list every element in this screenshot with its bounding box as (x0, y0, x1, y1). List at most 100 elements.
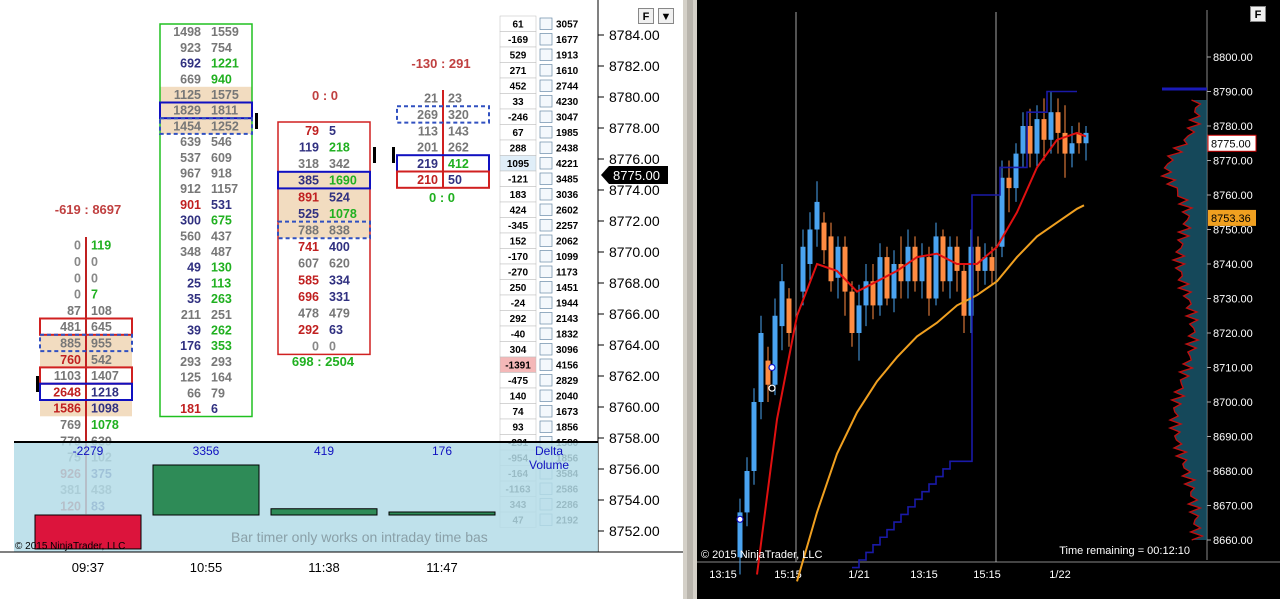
y-tick-label: 8750.00 (1213, 225, 1253, 237)
panel-splitter[interactable] (683, 0, 697, 599)
footprint-ask: 1221 (211, 57, 239, 71)
footprint-bid: 292 (298, 323, 319, 337)
price-tag-label: 8775.00 (1211, 138, 1251, 150)
ladder-volume: 3036 (556, 190, 579, 201)
chart-f-button-2[interactable]: F (1250, 6, 1266, 22)
price-tick-label: 8770.00 (609, 244, 660, 260)
y-tick-label: 8690.00 (1213, 432, 1253, 444)
footprint-bid: 210 (417, 173, 438, 187)
y-tick-label: 8740.00 (1213, 259, 1253, 271)
footprint-ask: 334 (329, 273, 350, 287)
time-remaining: Time remaining = 00:12:10 (1059, 545, 1190, 557)
ladder-volume: 2040 (556, 392, 579, 403)
footprint-bid: 269 (417, 108, 438, 122)
chart-f-button[interactable]: F (638, 8, 654, 24)
ladder-volume-bar (539, 33, 553, 46)
volume-bar (270, 508, 378, 516)
volume-bar (388, 511, 496, 516)
ladder-volume: 1173 (556, 268, 578, 279)
footprint-ask: 0 (91, 271, 98, 285)
ladder-volume: 1099 (556, 252, 579, 263)
ladder-volume: 2602 (556, 206, 579, 217)
time-label: 11:47 (426, 560, 458, 575)
candle-body (912, 246, 918, 282)
y-tick-label: 8770.00 (1213, 156, 1253, 168)
footprint-ask: 546 (211, 135, 232, 149)
footprint-bid: 537 (180, 151, 201, 165)
ladder-volume-bar (539, 17, 553, 30)
footprint-bar-3: 79 5 119 218 318 342 385 1690 891 524 525 1078 788 83… (277, 121, 371, 356)
ladder-volume-bar (539, 327, 553, 340)
ladder-volume-bar (539, 358, 553, 371)
ladder-volume-bar (539, 188, 553, 201)
footprint-ask: 63 (329, 323, 343, 337)
trade-marker (736, 515, 744, 523)
footprint-ask: 1098 (91, 402, 119, 416)
ladder-volume-bar (539, 405, 553, 418)
footprint-bid: 1498 (173, 25, 201, 39)
footprint-ask: 1078 (91, 418, 119, 432)
footprint-bid: 525 (298, 207, 319, 221)
footprint-bid: 176 (180, 339, 201, 353)
candle-body (842, 246, 848, 292)
footprint-ask: 342 (329, 157, 350, 171)
price-tick-label: 8754.00 (609, 492, 660, 508)
volume-bar (152, 464, 260, 516)
ladder-volume-bar (539, 250, 553, 263)
candle-body (807, 229, 813, 264)
price-tick-label: 8782.00 (609, 58, 660, 74)
ladder-volume-bar (539, 141, 553, 154)
volume-value: 419 (314, 444, 334, 458)
ladder-volume: 1944 (556, 299, 579, 310)
candle-body (954, 246, 960, 271)
footprint-bid: 0 (74, 288, 81, 302)
price-tick-label: 8784.00 (609, 27, 660, 43)
footprint-ask: 0 (91, 255, 98, 269)
footprint-bid: 669 (180, 72, 201, 86)
ladder-delta: 424 (510, 206, 527, 217)
trade-marker (768, 384, 776, 392)
candle-body (947, 246, 953, 282)
bar-delta-header: -130 : 291 (411, 56, 470, 71)
footprint-ask: 7 (91, 288, 98, 302)
price-tick-label: 8762.00 (609, 368, 660, 384)
footprint-bid: 201 (417, 141, 438, 155)
poc-marker (36, 376, 39, 392)
price-tick-label: 8768.00 (609, 275, 660, 291)
time-label: 11:38 (308, 560, 340, 575)
x-tick-label: 15:15 (973, 569, 1001, 581)
bar-delta-header: 698 : 2504 (292, 354, 355, 369)
candle-body (1020, 126, 1026, 154)
candle-body (772, 315, 778, 385)
footprint-ask: 620 (329, 257, 350, 271)
footprint-ask: 50 (448, 173, 462, 187)
footprint-ask: 6 (211, 402, 218, 416)
footprint-ask: 918 (211, 167, 232, 181)
candle-body (1048, 112, 1054, 140)
candlestick-chart: 8800.00 8790.00 8780.00 8770.00 8760.00 8750.… (697, 10, 1280, 582)
footprint-ask: 251 (211, 308, 232, 322)
ladder-delta: -1391 (505, 361, 531, 372)
footprint-bid: 885 (60, 337, 81, 351)
x-tick-label: 1/21 (848, 569, 869, 581)
candle-body (1041, 119, 1047, 140)
footprint-ask: 79 (211, 386, 225, 400)
ladder-volume-bar (539, 281, 553, 294)
ladder-volume: 2829 (556, 376, 579, 387)
footprint-ask: 262 (448, 141, 469, 155)
candle-body (849, 291, 855, 333)
footprint-bid: 788 (298, 224, 319, 238)
ladder-volume: 3485 (556, 175, 579, 186)
ladder-volume-bar (539, 110, 553, 123)
candle-body (1006, 177, 1012, 189)
footprint-bid: 696 (298, 290, 319, 304)
footprint-bid: 478 (298, 307, 319, 321)
candle-body (751, 402, 757, 471)
footprint-bid: 560 (180, 229, 201, 243)
candle-body (926, 257, 932, 299)
footprint-ask: 1157 (211, 182, 238, 196)
footprint-ask: 23 (448, 92, 462, 106)
chevron-down-icon[interactable]: ▼ (658, 8, 674, 24)
footprint-bid: 219 (417, 157, 438, 171)
ladder-volume-bar (539, 64, 553, 77)
